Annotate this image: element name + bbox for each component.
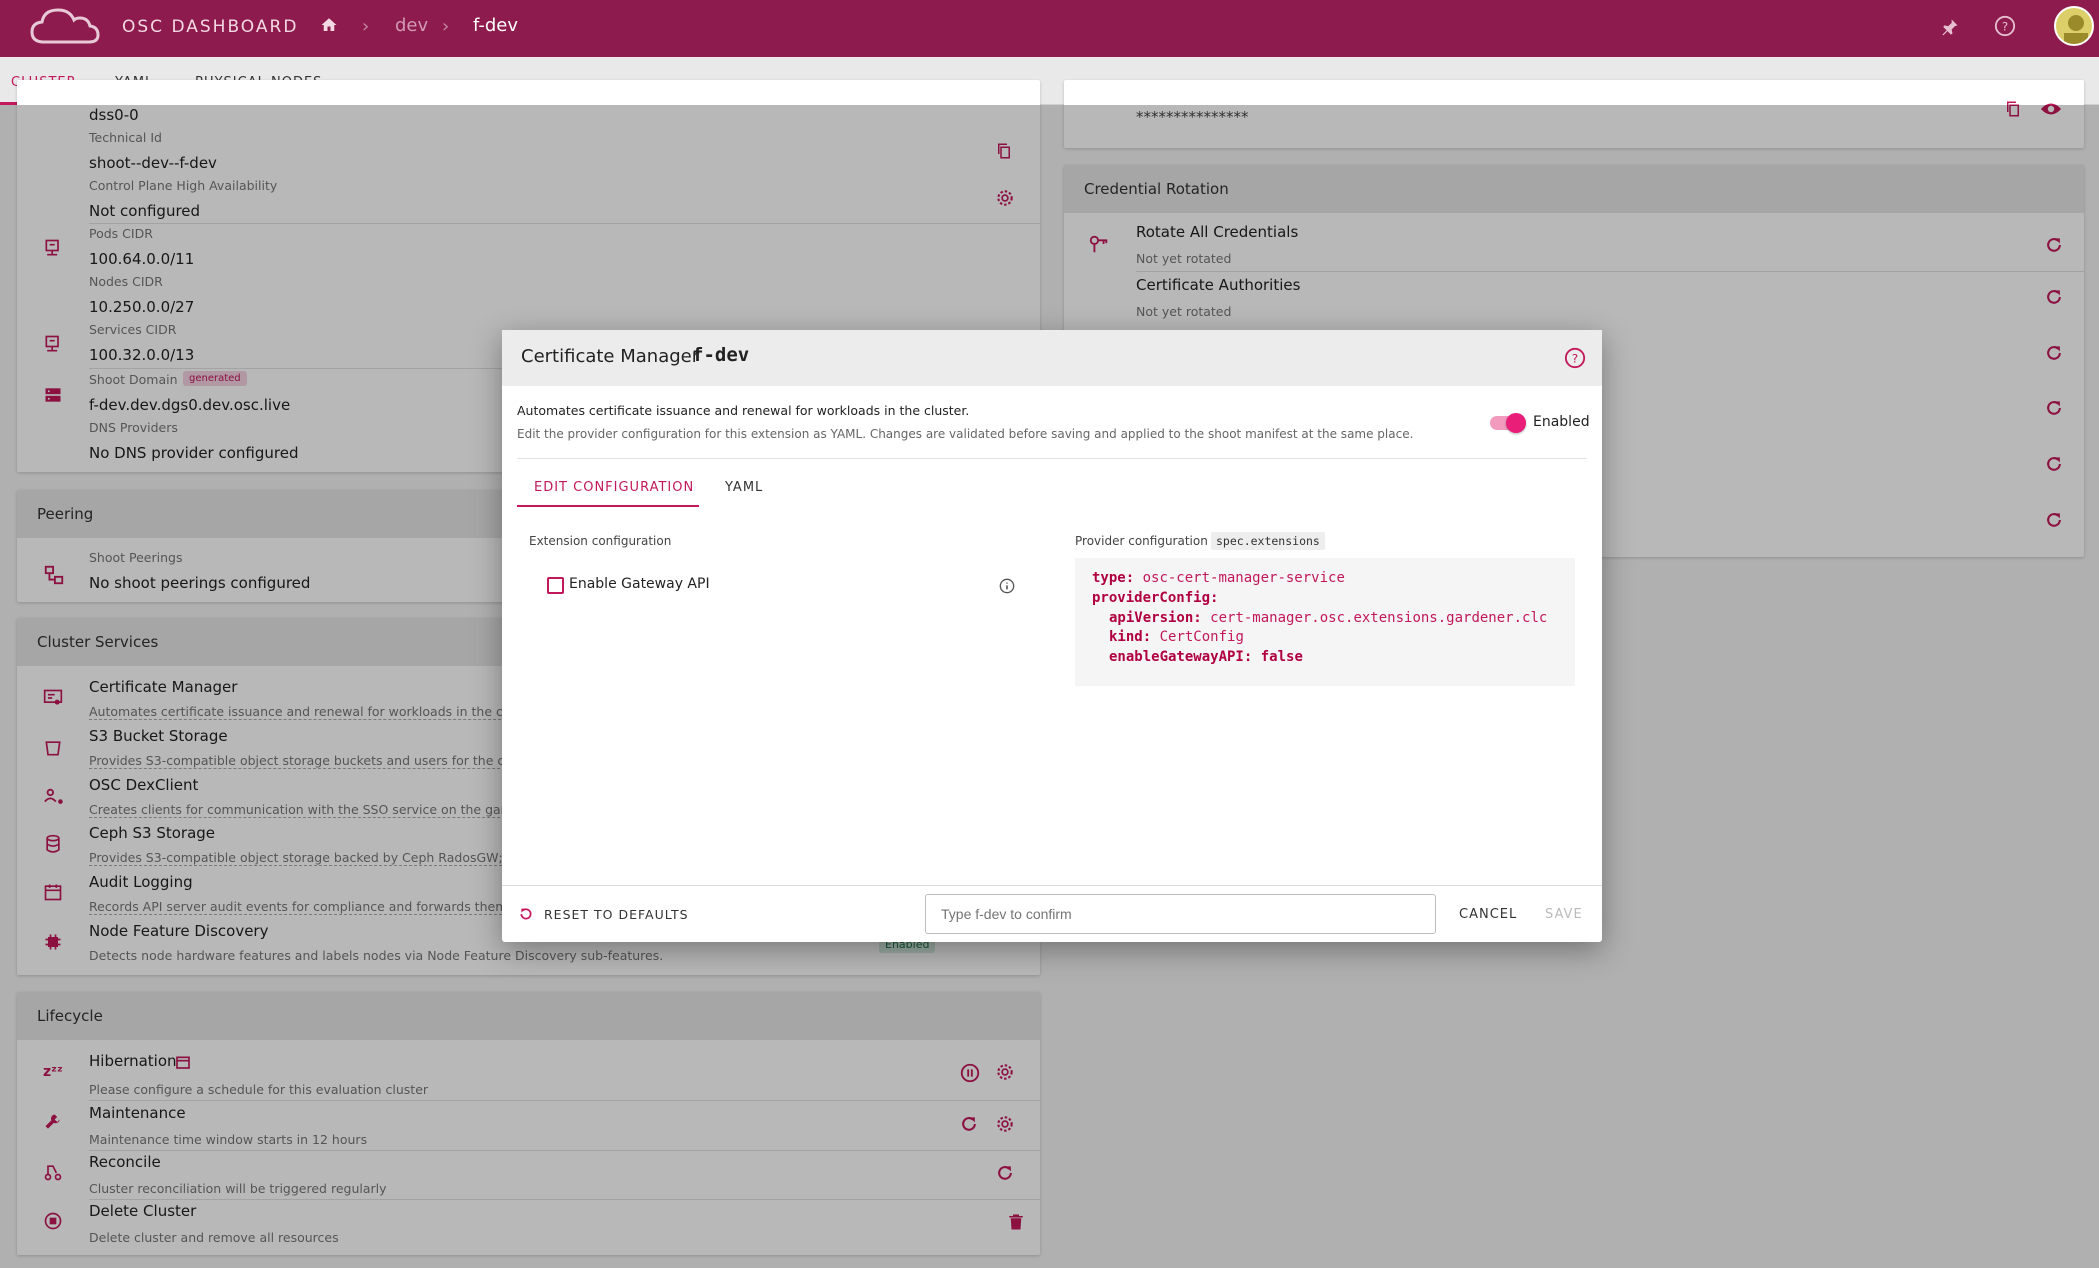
app-title: OSC DASHBOARD (122, 17, 299, 37)
code-line: providerConfig: (1092, 590, 1219, 606)
toggle-knob (1506, 413, 1526, 433)
dialog-description: Automates certificate issuance and renew… (517, 403, 970, 418)
tab-edit-configuration[interactable]: EDIT CONFIGURATION (534, 480, 694, 495)
home-icon[interactable] (320, 16, 338, 38)
svg-text:?: ? (2002, 20, 2008, 34)
info-icon[interactable] (999, 578, 1015, 598)
enable-gateway-checkbox[interactable] (547, 577, 564, 594)
reset-to-defaults-button[interactable]: RESET TO DEFAULTS (544, 907, 689, 922)
code-preview: type: osc-cert-manager-service providerC… (1075, 558, 1575, 686)
active-tab-indicator (517, 505, 699, 507)
divider (517, 458, 1587, 459)
breadcrumb-project[interactable]: dev (395, 15, 428, 36)
code-line: enableGatewayAPI: false (1109, 649, 1303, 665)
dialog-title: Certificate Manager (521, 346, 700, 367)
dialog-help-text: Edit the provider configuration for this… (517, 427, 1414, 441)
code-line: apiVersion: cert-manager.osc.extensions.… (1109, 610, 1548, 626)
provider-config-label: Provider configuration (1075, 534, 1208, 548)
enabled-toggle[interactable] (1490, 413, 1526, 433)
breadcrumb-separator-icon: › (362, 16, 370, 37)
pin-icon[interactable] (1940, 17, 1960, 41)
extension-config-label: Extension configuration (529, 534, 672, 548)
cloud-logo-icon[interactable] (28, 4, 100, 52)
checkbox-label[interactable]: Enable Gateway API (569, 576, 710, 592)
app-header: OSC DASHBOARD › dev › f-dev ? (0, 0, 2099, 57)
help-icon[interactable]: ? (1564, 347, 1586, 373)
save-button[interactable]: SAVE (1545, 907, 1583, 922)
dialog-cluster-name: f-dev (692, 344, 750, 366)
toggle-label: Enabled (1533, 414, 1590, 430)
svg-text:?: ? (1572, 352, 1578, 366)
help-icon[interactable]: ? (1994, 15, 2016, 41)
provider-config-chip: spec.extensions (1211, 532, 1325, 550)
breadcrumb-separator-icon: › (442, 16, 450, 37)
reset-icon[interactable] (518, 906, 534, 926)
dialog-header: Certificate Manager f-dev ? (502, 330, 1602, 386)
breadcrumb-cluster: f-dev (473, 15, 518, 36)
confirm-input[interactable] (925, 894, 1436, 934)
cancel-button[interactable]: CANCEL (1459, 907, 1517, 922)
certificate-manager-dialog: Certificate Manager f-dev ? Automates ce… (502, 330, 1602, 942)
footer-divider (502, 885, 1602, 886)
avatar[interactable] (2054, 6, 2094, 46)
tab-yaml[interactable]: YAML (725, 480, 763, 495)
code-line: kind: CertConfig (1109, 629, 1244, 645)
code-line: type: osc-cert-manager-service (1092, 570, 1345, 586)
